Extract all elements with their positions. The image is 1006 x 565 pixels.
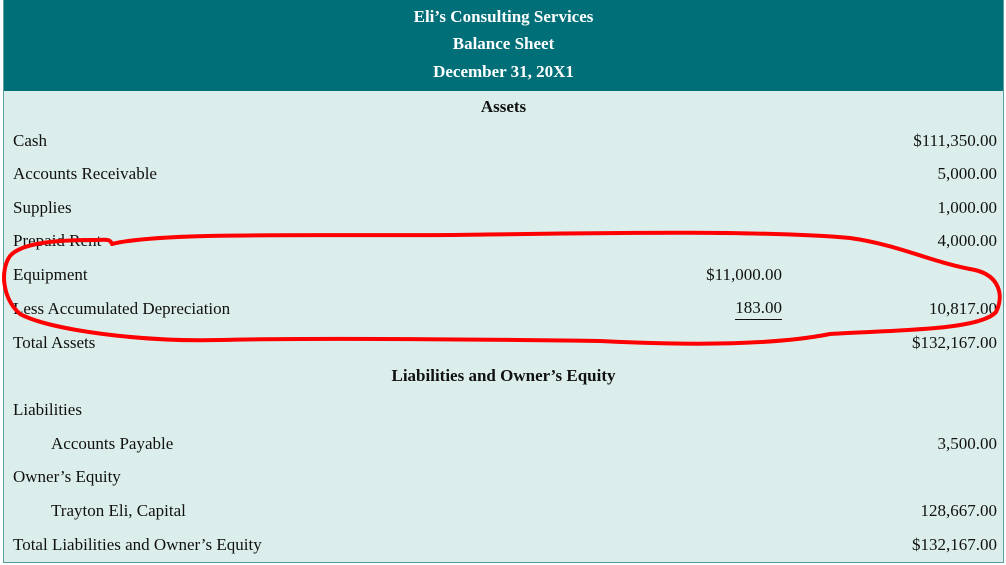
company-name: Eli’s Consulting Services [413,7,594,26]
row-label: Owner’s Equity [13,467,121,486]
row-label: Prepaid Rent [13,231,102,250]
table-row: Less Accumulated Depreciation 183.00 10,… [4,297,1003,321]
table-row: Accounts Payable 3,500.00 [4,432,1003,456]
row-amount: 1,000.00 [937,198,998,217]
row-amount: $111,350.00 [913,131,997,150]
statement-title: Balance Sheet [452,34,555,53]
table-row: Total Assets $132,167.00 [4,331,1003,355]
row-label: Liabilities [13,400,82,419]
statement-header: Eli’s Consulting Services Balance Sheet … [4,0,1003,91]
row-label: Total Liabilities and Owner’s Equity [13,535,262,554]
row-label: Trayton Eli, Capital [51,501,186,520]
table-row: Equipment $11,000.00 [4,263,1003,287]
row-amount: 3,500.00 [937,434,998,453]
row-amount: $132,167.00 [912,333,997,352]
row-label: Less Accumulated Depreciation [13,299,231,318]
row-amount: 5,000.00 [937,164,998,183]
table-row: Cash $111,350.00 [4,129,1003,153]
row-amount: 10,817.00 [929,299,997,318]
row-amount: 4,000.00 [937,231,998,250]
assets-heading: Assets [480,97,527,116]
row-subtotal: $11,000.00 [706,265,782,284]
table-row: Total Liabilities and Owner’s Equity $13… [4,533,1003,557]
row-label: Total Assets [13,333,96,352]
table-row: Trayton Eli, Capital 128,667.00 [4,499,1003,523]
row-label: Accounts Receivable [13,164,157,183]
row-label: Supplies [13,198,72,217]
table-row: Owner’s Equity [4,465,1003,489]
row-amount: $132,167.00 [912,535,997,554]
table-row: Prepaid Rent 4,000.00 [4,229,1003,253]
liabilities-equity-heading: Liabilities and Owner’s Equity [391,366,616,385]
balance-sheet: Eli’s Consulting Services Balance Sheet … [3,0,1004,563]
row-label: Accounts Payable [51,434,174,453]
row-subtotal: 183.00 [735,297,782,320]
table-row: Accounts Receivable 5,000.00 [4,162,1003,186]
row-label: Equipment [13,265,88,284]
row-label: Cash [13,131,47,150]
row-amount: 128,667.00 [920,501,998,520]
table-row: Supplies 1,000.00 [4,196,1003,220]
statement-date: December 31, 20X1 [433,62,574,81]
table-row: Liabilities [4,398,1003,422]
